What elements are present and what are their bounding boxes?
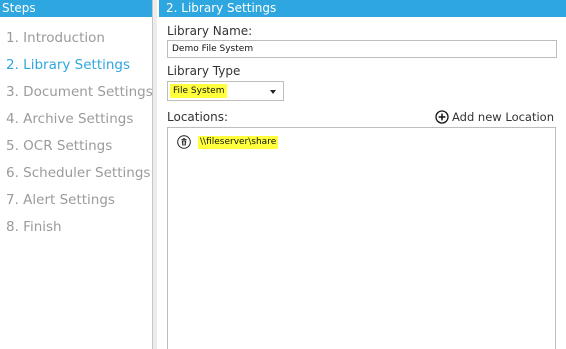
step-alert-settings[interactable]: 7. Alert Settings — [6, 190, 153, 217]
step-document-settings[interactable]: 3. Document Settings — [6, 82, 153, 109]
plus-circle-icon — [435, 110, 449, 124]
location-item: \\fileserver\share — [177, 134, 279, 150]
locations-label: Locations: — [167, 110, 229, 124]
locations-list: \\fileserver\share — [167, 127, 556, 349]
step-archive-settings[interactable]: 4. Archive Settings — [6, 109, 153, 136]
library-name-label: Library Name: — [167, 24, 253, 38]
chevron-down-icon — [270, 90, 276, 94]
wizard-window: Steps 1. Introduction 2. Library Setting… — [0, 0, 566, 349]
location-path: \\fileserver\share — [198, 135, 279, 149]
library-type-label: Library Type — [167, 64, 241, 78]
steps-list: 1. Introduction 2. Library Settings 3. D… — [6, 28, 153, 244]
trash-icon[interactable] — [177, 135, 191, 149]
add-location-button[interactable]: Add new Location — [435, 109, 554, 125]
steps-header: Steps — [0, 0, 152, 17]
add-location-label: Add new Location — [452, 110, 554, 124]
step-library-settings[interactable]: 2. Library Settings — [6, 55, 153, 82]
settings-header: 2. Library Settings — [159, 0, 566, 17]
library-type-value: File System — [170, 84, 228, 98]
step-finish[interactable]: 8. Finish — [6, 217, 153, 244]
steps-pane: Steps 1. Introduction 2. Library Setting… — [0, 0, 153, 349]
step-introduction[interactable]: 1. Introduction — [6, 28, 153, 55]
settings-pane: 2. Library Settings Library Name: Demo F… — [159, 0, 566, 349]
library-type-select[interactable]: File System — [167, 81, 284, 101]
step-scheduler-settings[interactable]: 6. Scheduler Settings — [6, 163, 153, 190]
library-name-input[interactable]: Demo File System — [167, 40, 557, 58]
step-ocr-settings[interactable]: 5. OCR Settings — [6, 136, 153, 163]
